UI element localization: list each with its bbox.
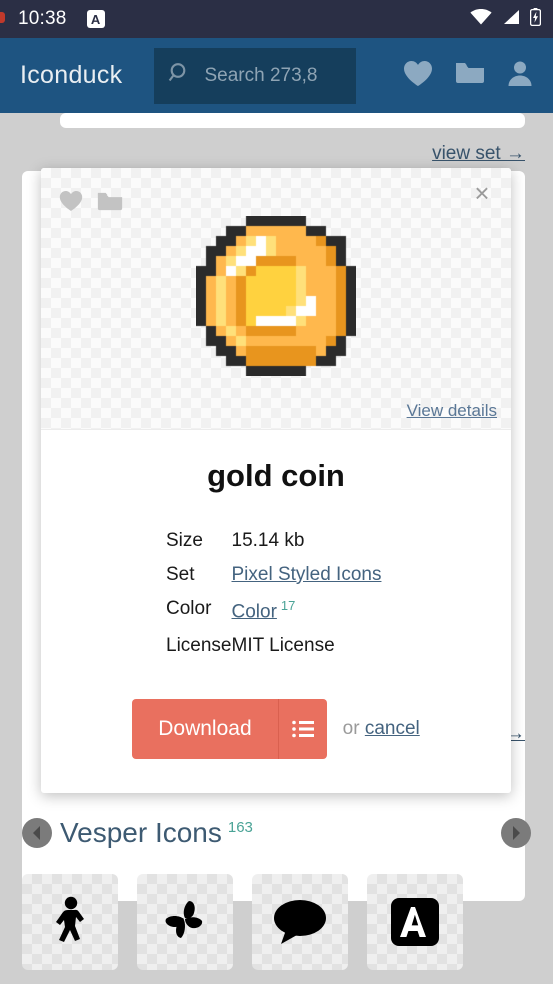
brand-logo[interactable]: Iconduck	[20, 61, 122, 90]
spec-value-link[interactable]: Pixel Styled Icons	[232, 564, 382, 585]
download-button[interactable]: Download	[132, 699, 327, 760]
cancel-link[interactable]: cancel	[365, 718, 420, 739]
page-title: gold coin	[207, 458, 345, 493]
spec-table: Size 15.14 kb Set Pixel Styled Icons Color Co…	[116, 524, 436, 663]
spec-row: Size 15.14 kb	[116, 524, 436, 558]
favorite-heart-icon[interactable]	[59, 190, 83, 217]
modal-actions: Download or cancel	[41, 699, 511, 760]
status-bar: 10:38 A	[0, 0, 553, 38]
status-bar-icons	[470, 7, 542, 31]
add-to-collection-folder-icon[interactable]	[97, 191, 123, 217]
collections-folder-icon[interactable]	[455, 61, 485, 90]
letter-a-badge-icon: A	[86, 10, 105, 28]
app-header: Iconduck Search 273,8	[0, 38, 553, 113]
battery-charging-icon	[529, 7, 542, 31]
wifi-icon	[470, 8, 492, 30]
cellular-signal-icon	[502, 9, 520, 30]
notification-dot	[0, 12, 5, 23]
preview-tools	[59, 190, 123, 217]
spec-value-link[interactable]: Color	[232, 601, 277, 622]
spec-value[interactable]: Color 17	[232, 592, 437, 629]
gold-coin-pixel-icon	[41, 216, 511, 376]
coin-canvas	[196, 216, 356, 376]
favorites-icon[interactable]	[403, 60, 433, 92]
download-button-label: Download	[132, 699, 279, 760]
status-bar-clock: 10:38	[18, 8, 67, 29]
list-options-icon[interactable]	[279, 699, 327, 759]
icon-detail-modal: × View details gold coin Size 15.14 kb Set…	[41, 168, 511, 794]
or-separator: or cancel	[343, 718, 420, 740]
spec-row: Set Pixel Styled Icons	[116, 558, 436, 592]
modal-body: gold coin Size 15.14 kb Set Pixel Styled Ic…	[41, 430, 511, 793]
spec-value-count: 17	[280, 598, 296, 613]
spec-key: Size	[166, 530, 203, 551]
search-input[interactable]: Search 273,8	[154, 47, 357, 104]
spec-row: License MIT License	[116, 629, 436, 663]
spec-value[interactable]: Pixel Styled Icons	[232, 558, 437, 592]
close-icon[interactable]: ×	[467, 178, 497, 208]
spec-value: 15.14 kb	[231, 530, 305, 551]
search-icon	[168, 61, 192, 90]
spec-row: Color Color 17	[116, 592, 436, 629]
user-account-icon[interactable]	[507, 60, 533, 91]
view-details-link[interactable]: View details	[407, 401, 497, 421]
modal-preview-area: × View details	[41, 168, 511, 430]
or-text: or	[342, 718, 360, 740]
spec-key: License	[166, 635, 232, 657]
spec-value: MIT License	[231, 635, 335, 657]
search-placeholder: Search 273,8	[204, 64, 318, 86]
spec-key: Color	[166, 598, 212, 619]
header-actions	[403, 60, 533, 92]
spec-key: Set	[166, 564, 195, 585]
